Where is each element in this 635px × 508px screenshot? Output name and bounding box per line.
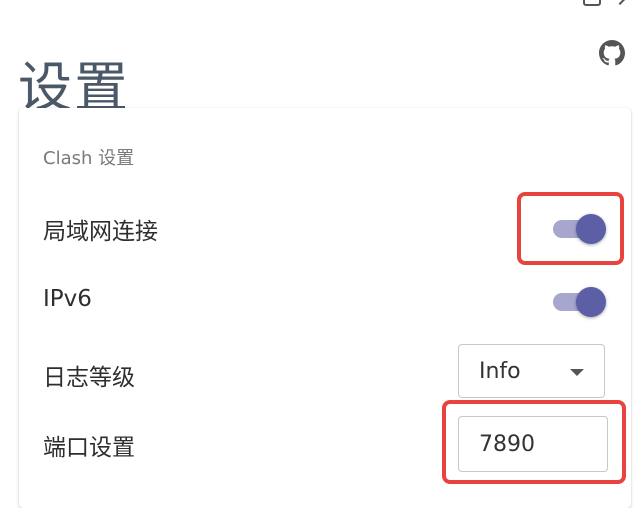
top-partial-icons [583,0,628,6]
square-icon[interactable] [583,0,601,6]
log-level-label: 日志等级 [43,365,135,391]
port-input[interactable] [458,416,608,472]
lan-connection-toggle[interactable] [550,210,606,244]
log-level-value: Info [479,359,521,384]
port-settings-label: 端口设置 [43,435,135,461]
ipv6-toggle-thumb [576,287,606,317]
chevron-down-icon [570,369,584,376]
log-level-select[interactable]: Info [458,344,605,398]
ipv6-label: IPv6 [43,286,92,312]
github-icon[interactable] [599,40,625,66]
lan-connection-label: 局域网连接 [43,219,158,245]
ipv6-toggle[interactable] [550,283,606,317]
clash-settings-card: Clash 设置 局域网连接 IPv6 日志等级 Info 端口设置 [19,108,631,508]
lan-toggle-thumb [576,214,606,244]
chevron-icon[interactable] [612,0,628,6]
section-title: Clash 设置 [43,148,135,169]
